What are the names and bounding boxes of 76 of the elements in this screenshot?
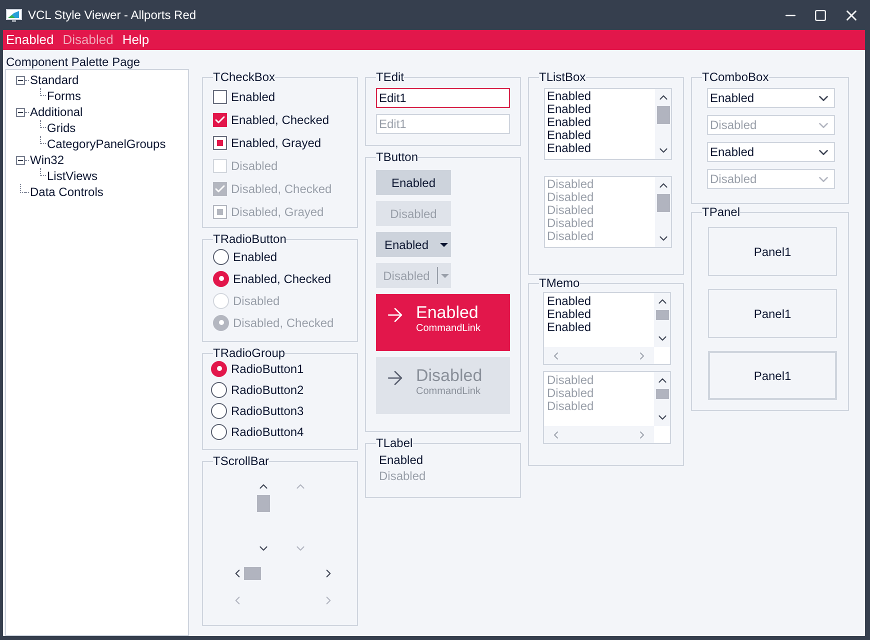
- scrollbar-thumb[interactable]: [656, 310, 668, 320]
- memo-line: Enabled: [547, 308, 592, 321]
- tree-item[interactable]: Win32: [30, 151, 64, 169]
- group-title: TListBox: [539, 70, 586, 84]
- radio-label[interactable]: Enabled: [233, 248, 278, 266]
- checkbox[interactable]: [213, 112, 227, 126]
- checkbox[interactable]: [213, 136, 227, 150]
- radio-label[interactable]: RadioButton3: [231, 402, 304, 420]
- list-item[interactable]: Enabled: [547, 103, 655, 116]
- group-title: TRadioGroup: [213, 346, 286, 360]
- memo-line: Disabled: [547, 387, 595, 400]
- checkbox-label[interactable]: Enabled, Grayed: [231, 134, 322, 152]
- group-title: TCheckBox: [213, 70, 276, 84]
- radio-button[interactable]: [211, 424, 227, 440]
- checkbox-label[interactable]: Enabled: [231, 88, 276, 106]
- radio-button[interactable]: [213, 248, 229, 264]
- collapse-toggle[interactable]: [16, 156, 25, 164]
- group-title: TRadioButton: [213, 232, 286, 246]
- collapse-toggle[interactable]: [16, 108, 25, 116]
- group-title: TMemo: [539, 276, 580, 290]
- tree-item[interactable]: Grids: [47, 119, 76, 137]
- radio-button[interactable]: [213, 270, 229, 286]
- group-title: TScrollBar: [213, 454, 270, 468]
- radio-button[interactable]: [211, 360, 227, 376]
- tree-item[interactable]: Data Controls: [30, 183, 104, 201]
- list-box[interactable]: Enabled Enabled Enabled Enabled Enabled: [544, 88, 672, 160]
- maximize-icon[interactable]: [814, 8, 827, 22]
- app-icon: [6, 8, 22, 22]
- menu-item[interactable]: Help: [122, 30, 150, 50]
- scrollbar-thumb[interactable]: [257, 495, 270, 512]
- caret-icon: [440, 274, 448, 278]
- panel: Panel1: [708, 289, 837, 338]
- panel: Panel1: [708, 351, 837, 400]
- list-item[interactable]: Enabled: [547, 116, 655, 129]
- panel: Panel1: [708, 227, 837, 276]
- tree-item[interactable]: CategoryPanelGroups: [47, 135, 166, 153]
- checkbox-label[interactable]: Enabled, Checked: [231, 110, 330, 128]
- checkbox[interactable]: [213, 90, 227, 104]
- scrollbar-thumb[interactable]: [244, 567, 261, 580]
- memo-line: Enabled: [547, 295, 592, 308]
- list-item[interactable]: Enabled: [547, 129, 655, 142]
- radio-button[interactable]: [211, 382, 227, 398]
- tree-item[interactable]: Standard: [30, 71, 79, 89]
- scrollbar-thumb[interactable]: [656, 106, 670, 124]
- memo-line: Enabled: [547, 321, 592, 334]
- group-title: TLabel: [376, 436, 413, 450]
- collapse-toggle[interactable]: [16, 76, 25, 84]
- tree-item[interactable]: Additional: [30, 103, 83, 121]
- list-item[interactable]: Enabled: [547, 90, 655, 103]
- radio-label[interactable]: RadioButton4: [231, 422, 304, 440]
- tree-item[interactable]: ListViews: [47, 167, 98, 185]
- palette-label: Component Palette Page: [6, 54, 140, 69]
- memo-line: Disabled: [547, 400, 595, 413]
- tree-item[interactable]: Forms: [47, 87, 81, 105]
- combo-box[interactable]: Enabled: [707, 142, 835, 162]
- combo-box[interactable]: Enabled: [707, 88, 835, 108]
- radio-label[interactable]: RadioButton1: [231, 360, 304, 378]
- radio-button[interactable]: [211, 402, 227, 418]
- window-title: VCL Style Viewer - Allports Red: [28, 7, 196, 24]
- list-item[interactable]: Enabled: [547, 142, 655, 155]
- memo-box[interactable]: Enabled Enabled Enabled: [543, 292, 671, 365]
- group-title: TComboBox: [702, 70, 769, 84]
- label-text: Disabled: [379, 468, 427, 484]
- label-text: Enabled: [379, 452, 424, 468]
- memo-line: Disabled: [547, 374, 595, 387]
- push-button[interactable]: Enabled: [376, 170, 451, 195]
- caret-icon: [440, 242, 448, 246]
- radio-label[interactable]: RadioButton2: [231, 380, 304, 398]
- text-field[interactable]: Edit1: [376, 88, 510, 108]
- split-button[interactable]: Enabled: [376, 232, 451, 257]
- radio-label[interactable]: Enabled, Checked: [233, 270, 332, 288]
- menu-item[interactable]: Enabled: [6, 30, 54, 50]
- group-title: TButton: [376, 150, 418, 164]
- command-link[interactable]: Enabled CommandLink: [376, 294, 510, 351]
- group-title: TEdit: [376, 70, 404, 84]
- group-title: TPanel: [702, 205, 740, 219]
